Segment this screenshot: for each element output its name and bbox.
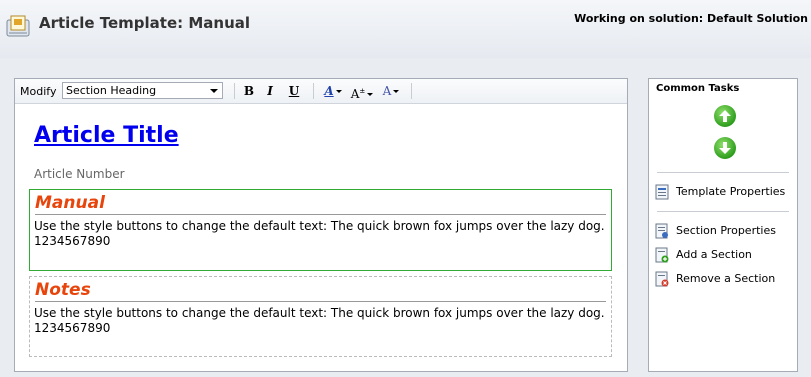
add-section-icon <box>655 247 669 263</box>
common-tasks-title: Common Tasks <box>656 83 740 94</box>
tasks-divider <box>657 211 789 212</box>
common-tasks-panel: Common Tasks Template Properties Section… <box>648 78 798 372</box>
template-properties-icon <box>655 184 669 200</box>
italic-button[interactable]: I <box>264 82 276 100</box>
font-color-button[interactable]: A <box>379 82 403 100</box>
chevron-down-icon <box>210 89 218 93</box>
section-notes[interactable]: Notes Use the style buttons to change th… <box>29 276 612 357</box>
article-title[interactable]: Article Title <box>34 123 179 148</box>
section-text: Use the style buttons to change the defa… <box>34 306 605 335</box>
solution-indicator: Working on solution: Default Solution <box>574 12 808 25</box>
article-number: Article Number <box>34 167 125 181</box>
move-down-icon <box>719 142 731 154</box>
font-button[interactable]: A <box>321 82 345 100</box>
toolbar-separator <box>411 83 412 99</box>
task-label: Add a Section <box>676 248 752 261</box>
format-toolbar: Modify Section Heading B I U A A± A <box>15 79 627 104</box>
bold-button[interactable]: B <box>242 82 256 100</box>
move-down-button[interactable] <box>714 137 736 159</box>
section-heading: Manual <box>35 193 606 215</box>
chevron-down-icon <box>335 90 342 93</box>
task-label: Template Properties <box>676 185 786 198</box>
section-text: Use the style buttons to change the defa… <box>34 219 605 248</box>
section-heading: Notes <box>35 280 606 302</box>
tasks-divider <box>657 172 789 173</box>
style-select-value: Section Heading <box>66 84 157 97</box>
chevron-down-icon <box>393 90 400 93</box>
font-size-button[interactable]: A± <box>350 82 374 101</box>
move-up-button[interactable] <box>714 105 736 127</box>
template-editor: Modify Section Heading B I U A A± A Arti… <box>14 78 628 372</box>
page-title: Article Template: Manual <box>39 14 251 32</box>
page-header: Article Template: Manual Working on solu… <box>0 0 811 58</box>
chevron-down-icon <box>367 93 374 96</box>
section-manual[interactable]: Manual Use the style buttons to change t… <box>29 189 612 271</box>
modify-label: Modify <box>20 85 57 98</box>
move-up-icon <box>719 110 731 122</box>
section-properties-icon <box>655 223 668 239</box>
toolbar-separator <box>313 83 314 99</box>
task-label: Section Properties <box>676 224 776 237</box>
underline-button[interactable]: U <box>287 82 301 100</box>
font-color-icon: A <box>382 84 392 98</box>
font-icon: A <box>324 84 334 98</box>
toolbar-separator <box>234 83 235 99</box>
task-label: Remove a Section <box>676 272 776 285</box>
article-template-icon <box>6 14 30 38</box>
remove-section-icon <box>655 271 669 287</box>
style-select[interactable]: Section Heading <box>62 82 223 99</box>
